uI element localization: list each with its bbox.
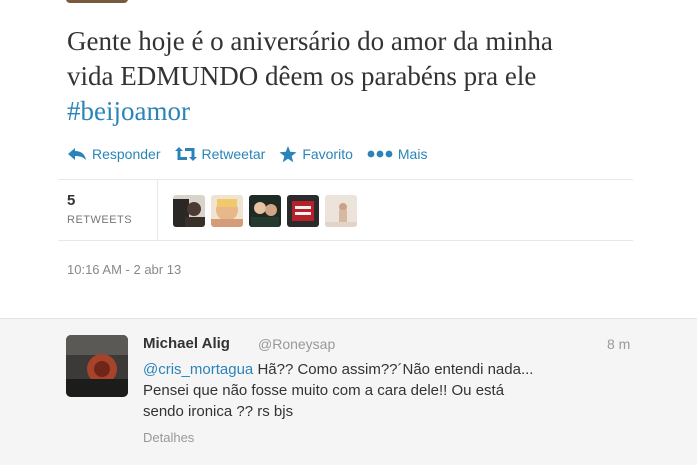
tweet-actions: Responder Retweetar Favorito Mais: [67, 143, 441, 165]
reply-text-line-1: Hã?? Como assim??´Não entendi nada...: [253, 361, 534, 378]
reply-text-line-2: Pensei que não fosse muito com a cara de…: [143, 382, 505, 399]
retweet-icon: [174, 147, 197, 161]
reply-label: Responder: [92, 146, 161, 162]
details-link[interactable]: Detalhes: [143, 430, 194, 445]
retweeter-avatar[interactable]: [173, 195, 205, 227]
retweet-button[interactable]: Retweetar: [174, 146, 266, 162]
previous-avatar-fragment: [66, 0, 128, 3]
reply-text: @cris_mortagua Hã?? Como assim??´Não ent…: [143, 359, 663, 422]
reply-author-name[interactable]: Michael Alig: [143, 335, 230, 352]
retweet-label: Retweetar: [201, 146, 266, 162]
retweeter-avatar[interactable]: [325, 195, 357, 227]
more-label: Mais: [397, 146, 428, 162]
retweeter-avatar[interactable]: [249, 195, 281, 227]
more-dots-icon: [367, 150, 393, 158]
tweet-text: Gente hoje é o aniversário do amor da mi…: [67, 24, 667, 129]
reply-button[interactable]: Responder: [67, 146, 161, 162]
retweet-count-label[interactable]: RETWEETS: [67, 214, 132, 226]
tweet-timestamp[interactable]: 10:16 AM - 2 abr 13: [67, 262, 181, 277]
retweeter-avatar[interactable]: [211, 195, 243, 227]
hashtag-link[interactable]: #beijoamor: [67, 94, 190, 129]
retweeter-avatars: [173, 195, 363, 227]
stats-divider: [157, 180, 158, 240]
favorite-button[interactable]: Favorito: [279, 145, 353, 163]
retweet-count[interactable]: 5: [67, 192, 75, 209]
reply-text-line-3: sendo ironica ?? rs bjs: [143, 403, 294, 420]
reply-author-handle[interactable]: @Roneysap: [258, 336, 335, 352]
reply-tweet[interactable]: Michael Alig @Roneysap 8 m @cris_mortagu…: [0, 318, 697, 465]
tweet-stats: 5 RETWEETS: [58, 180, 633, 240]
retweeter-avatar[interactable]: [287, 195, 319, 227]
favorite-label: Favorito: [302, 146, 353, 162]
star-icon: [279, 145, 297, 163]
reply-avatar[interactable]: [66, 335, 128, 397]
more-button[interactable]: Mais: [367, 146, 428, 162]
mention-link[interactable]: @cris_mortagua: [143, 361, 253, 378]
reply-arrow-icon: [67, 147, 87, 161]
tweet-text-line-2: vida EDMUNDO dêem os parabéns pra ele: [67, 61, 537, 91]
tweet-text-line-1: Gente hoje é o aniversário do amor da mi…: [67, 26, 553, 56]
divider: [58, 240, 633, 241]
reply-time[interactable]: 8 m: [607, 336, 630, 352]
